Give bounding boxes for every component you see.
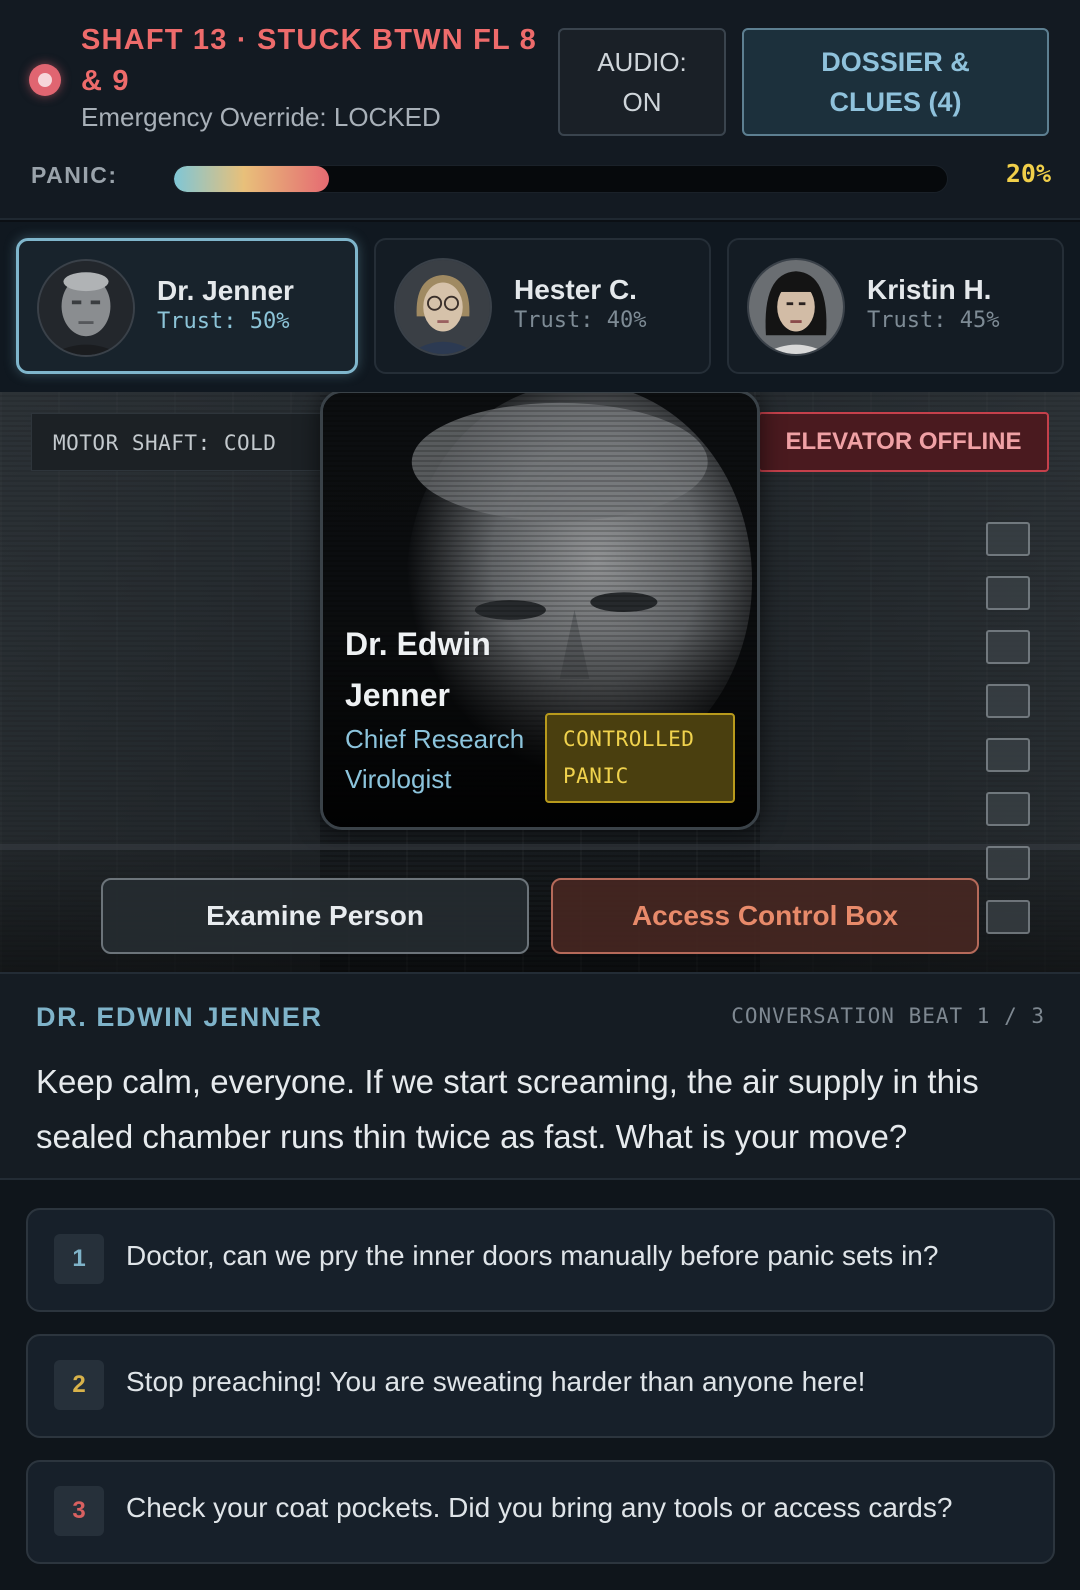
choice-text: Stop preaching! You are sweating harder …	[126, 1366, 866, 1397]
avatar-jenner	[37, 259, 135, 357]
character-portrait: Dr. Edwin Jenner Chief Research Virologi…	[320, 392, 760, 830]
choice-text: Check your coat pockets. Did you bring a…	[126, 1492, 953, 1523]
choice-number: 2	[54, 1360, 104, 1410]
character-name: Dr. Jenner	[157, 275, 294, 306]
character-card-kristin[interactable]: Kristin H. Trust: 45%	[727, 238, 1064, 374]
floor-button	[986, 900, 1030, 934]
portrait-name: Dr. Edwin Jenner	[345, 626, 491, 713]
character-selector: Dr. Jenner Trust: 50% Hester C. Trust: 4…	[0, 222, 1080, 392]
choice-option-3[interactable]: 3 Check your coat pockets. Did you bring…	[26, 1460, 1055, 1564]
examine-person-button[interactable]: Examine Person	[101, 878, 529, 954]
elevator-offline-badge: ELEVATOR OFFLINE	[758, 412, 1049, 472]
avatar-hester	[394, 258, 492, 356]
record-indicator-icon	[29, 64, 61, 96]
floor-button-panel[interactable]	[986, 522, 1034, 967]
panic-value: 20%	[1005, 159, 1051, 188]
character-name: Kristin H.	[867, 274, 992, 305]
choice-number: 3	[54, 1486, 104, 1536]
dossier-clues-button[interactable]: DOSSIER & CLUES (4)	[742, 28, 1049, 136]
floor-button	[986, 792, 1030, 826]
floor-button	[986, 630, 1030, 664]
choice-list: 1 Doctor, can we pry the inner doors man…	[0, 1180, 1080, 1590]
panic-label: PANIC:	[31, 162, 118, 188]
avatar-kristin	[747, 258, 845, 356]
emotion-state-badge: CONTROLLED PANIC	[545, 713, 735, 803]
floor-button	[986, 846, 1030, 880]
motor-shaft-status: MOTOR SHAFT: COLD	[31, 413, 331, 471]
character-card-jenner[interactable]: Dr. Jenner Trust: 50%	[16, 238, 358, 374]
character-name: Hester C.	[514, 274, 637, 305]
panic-meter-fill	[174, 166, 329, 192]
portrait-role: Chief Research Virologist	[345, 724, 525, 794]
floor-button	[986, 522, 1030, 556]
character-trust: Trust: 45%	[867, 308, 1000, 333]
conversation-beat: CONVERSATION BEAT 1 / 3	[731, 1004, 1045, 1028]
character-trust: Trust: 40%	[514, 308, 647, 333]
elevator-scene: MOTOR SHAFT: COLD ELEVATOR OFFLINE Dr. E…	[0, 392, 1080, 972]
choice-option-2[interactable]: 2 Stop preaching! You are sweating harde…	[26, 1334, 1055, 1438]
location-title: SHAFT 13 · STUCK BTWN FL 8 & 9	[81, 24, 538, 97]
floor-rail	[0, 844, 1080, 850]
speaker-name: DR. EDWIN JENNER	[36, 1002, 323, 1032]
dialogue-line: Keep calm, everyone. If we start screami…	[36, 1063, 979, 1155]
dialogue-panel: DR. EDWIN JENNER CONVERSATION BEAT 1 / 3…	[0, 972, 1080, 1180]
access-control-box-button[interactable]: Access Control Box	[551, 878, 979, 954]
floor-button	[986, 684, 1030, 718]
panic-meter	[173, 165, 948, 193]
choice-option-1[interactable]: 1 Doctor, can we pry the inner doors man…	[26, 1208, 1055, 1312]
audio-toggle-button[interactable]: AUDIO: ON	[558, 28, 726, 136]
choice-number: 1	[54, 1234, 104, 1284]
choice-text: Doctor, can we pry the inner doors manua…	[126, 1240, 939, 1271]
character-card-hester[interactable]: Hester C. Trust: 40%	[374, 238, 711, 374]
floor-button	[986, 576, 1030, 610]
status-header: SHAFT 13 · STUCK BTWN FL 8 & 9 Emergency…	[0, 0, 1080, 220]
floor-button	[986, 738, 1030, 772]
override-status: Emergency Override: LOCKED	[81, 102, 441, 132]
character-trust: Trust: 50%	[157, 309, 290, 334]
